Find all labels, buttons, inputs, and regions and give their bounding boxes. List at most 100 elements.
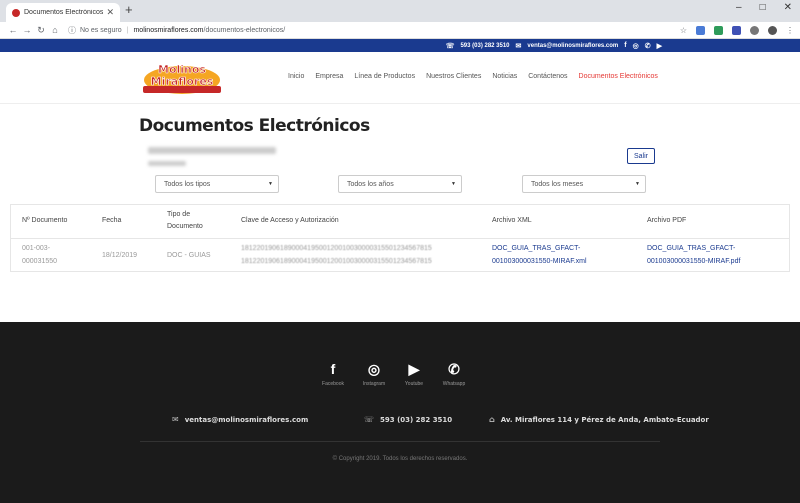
close-window-button[interactable]: ✕ (784, 2, 792, 13)
instagram-icon[interactable]: ◎ (633, 42, 639, 50)
footer-social-facebook[interactable]: f Facebook (313, 361, 353, 387)
mail-icon: ✉ (172, 415, 179, 424)
cell-key-line2: 1812201906189000419500120010030000315501… (241, 258, 432, 265)
footer-phone[interactable]: ☏ 593 (03) 282 3510 (364, 415, 452, 424)
browser-tabbar: Documentos Electrónicos - Moli ✕ + – □ ✕ (0, 0, 800, 22)
col-header-type: Tipo de Documento (167, 209, 203, 233)
bookmark-star-icon[interactable]: ☆ (680, 26, 687, 35)
tab-title: Documentos Electrónicos - Moli (24, 9, 104, 16)
footer-email-text: ventas@molinosmiraflores.com (184, 415, 309, 424)
page-title: Documentos Electrónicos (139, 116, 370, 136)
col-header-type-line2: Documento (167, 223, 203, 230)
chat-extension-icon[interactable] (732, 25, 741, 35)
minimize-button[interactable]: – (736, 2, 742, 13)
forward-icon[interactable]: → (20, 25, 34, 35)
whatsapp-label: Whatsapp (442, 381, 466, 387)
url-host: molinosmiraflores.com (133, 26, 204, 34)
footer-social-instagram[interactable]: ◎ Instagram (354, 361, 394, 387)
blurred-user-name (148, 147, 276, 154)
info-icon[interactable]: ⓘ (68, 25, 76, 36)
facebook-icon[interactable]: f (624, 42, 626, 49)
col-header-key: Clave de Acceso y Autorización (241, 217, 339, 224)
url-separator: | (126, 26, 129, 34)
logo-line2: Miraflores (151, 75, 214, 88)
cell-number: 001-003- 000031550 (22, 242, 57, 268)
filter-types-value: Todos los tipos (164, 180, 211, 188)
new-tab-button[interactable]: + (125, 2, 133, 17)
logout-button[interactable]: Salir (627, 148, 655, 164)
site-header: Molinos Miraflores Inicio Empresa Línea … (0, 52, 800, 104)
translate-icon[interactable] (696, 25, 705, 35)
topbar-phone[interactable]: 593 (03) 282 3510 (460, 43, 509, 49)
menu-item-empresa[interactable]: Empresa (315, 73, 343, 80)
mail-icon: ✉ (515, 42, 522, 50)
xml-link-line1: DOC_GUIA_TRAS_GFACT- (492, 245, 581, 252)
reload-icon[interactable]: ↻ (34, 25, 48, 36)
footer-copyright: © Copyright 2019. Todos los derechos res… (332, 456, 468, 462)
youtube-icon[interactable]: ▶ (657, 42, 662, 50)
youtube-icon: ▶ (408, 361, 420, 377)
filter-years-value: Todos los años (347, 180, 394, 188)
table-divider (10, 238, 790, 239)
filter-months-value: Todos los meses (531, 180, 584, 188)
menu-kebab-icon[interactable]: ⋮ (786, 26, 794, 35)
cell-key-line1: 1812201906189000419500120010030000315501… (241, 245, 432, 252)
filter-months-select[interactable]: Todos los meses ▼ (522, 175, 646, 193)
pdf-link-line2: 001003000031550-MIRAF.pdf (647, 258, 741, 265)
menu-item-productos[interactable]: Línea de Productos (354, 73, 415, 80)
wordpress-icon[interactable] (750, 25, 759, 35)
footer-email[interactable]: ✉ ventas@molinosmiraflores.com (172, 415, 308, 424)
pdf-file-link[interactable]: DOC_GUIA_TRAS_GFACT- 001003000031550-MIR… (647, 242, 740, 268)
blurred-user-id (148, 161, 186, 166)
extension-icon[interactable] (714, 25, 723, 35)
facebook-label: Facebook (322, 381, 344, 387)
extensions-area: ☆ ⋮ (680, 25, 794, 35)
footer-social-youtube[interactable]: ▶ Youtube (394, 361, 434, 387)
chevron-down-icon: ▼ (268, 181, 273, 187)
col-header-type-line1: Tipo de (167, 211, 191, 218)
menu-item-inicio[interactable]: Inicio (288, 73, 304, 80)
col-header-pdf: Archivo PDF (647, 217, 687, 224)
footer-social-whatsapp[interactable]: ✆ Whatsapp (434, 361, 474, 387)
site-footer: f Facebook ◎ Instagram ▶ Youtube ✆ Whats… (0, 322, 800, 503)
menu-item-documentos[interactable]: Documentos Electrónicos (579, 73, 658, 80)
url-field[interactable]: ⓘ No es seguro | molinosmiraflores.com/d… (68, 24, 680, 37)
cell-date: 18/12/2019 (102, 252, 138, 259)
xml-file-link[interactable]: DOC_GUIA_TRAS_GFACT- 001003000031550-MIR… (492, 242, 587, 268)
favicon-icon (12, 8, 20, 17)
instagram-label: Instagram (362, 381, 386, 387)
topbar-email[interactable]: ventas@molinosmiraflores.com (527, 43, 618, 49)
site-logo[interactable]: Molinos Miraflores (141, 56, 223, 100)
menu-item-noticias[interactable]: Noticias (492, 73, 517, 80)
footer-address-text: Av. Miraflores 114 y Pérez de Anda, Amba… (500, 415, 709, 424)
browser-tab[interactable]: Documentos Electrónicos - Moli ✕ (6, 3, 120, 22)
filter-years-select[interactable]: Todos los años ▼ (338, 175, 462, 193)
col-header-xml: Archivo XML (492, 217, 532, 224)
filter-types-select[interactable]: Todos los tipos ▼ (155, 175, 279, 193)
footer-address: ⌂ Av. Miraflores 114 y Pérez de Anda, Am… (489, 415, 709, 424)
whatsapp-icon: ✆ (448, 361, 460, 377)
cell-number-line2: 000031550 (22, 258, 58, 265)
facebook-icon: f (330, 361, 336, 377)
close-tab-icon[interactable]: ✕ (106, 7, 114, 18)
home-icon: ⌂ (489, 415, 495, 424)
maximize-button[interactable]: □ (760, 2, 766, 13)
youtube-label: Youtube (404, 381, 424, 387)
home-icon[interactable]: ⌂ (48, 25, 62, 35)
phone-icon: ☏ (364, 415, 375, 424)
phone-icon: ☏ (445, 42, 455, 50)
insecure-label: No es seguro (80, 26, 122, 34)
main-menu: Inicio Empresa Línea de Productos Nuestr… (288, 73, 658, 80)
footer-phone-text: 593 (03) 282 3510 (380, 415, 453, 424)
chevron-down-icon: ▼ (451, 181, 456, 187)
whatsapp-icon[interactable]: ✆ (645, 42, 651, 50)
col-header-date: Fecha (102, 217, 122, 224)
menu-item-clientes[interactable]: Nuestros Clientes (426, 73, 481, 80)
instagram-icon: ◎ (367, 361, 381, 377)
window-controls: – □ ✕ (736, 2, 792, 13)
profile-avatar[interactable] (768, 25, 777, 35)
cell-type: DOC - GUIAS (167, 252, 211, 259)
col-header-number: Nº Documento (22, 217, 68, 224)
menu-item-contactenos[interactable]: Contáctenos (528, 73, 567, 80)
back-icon[interactable]: ← (6, 25, 20, 35)
